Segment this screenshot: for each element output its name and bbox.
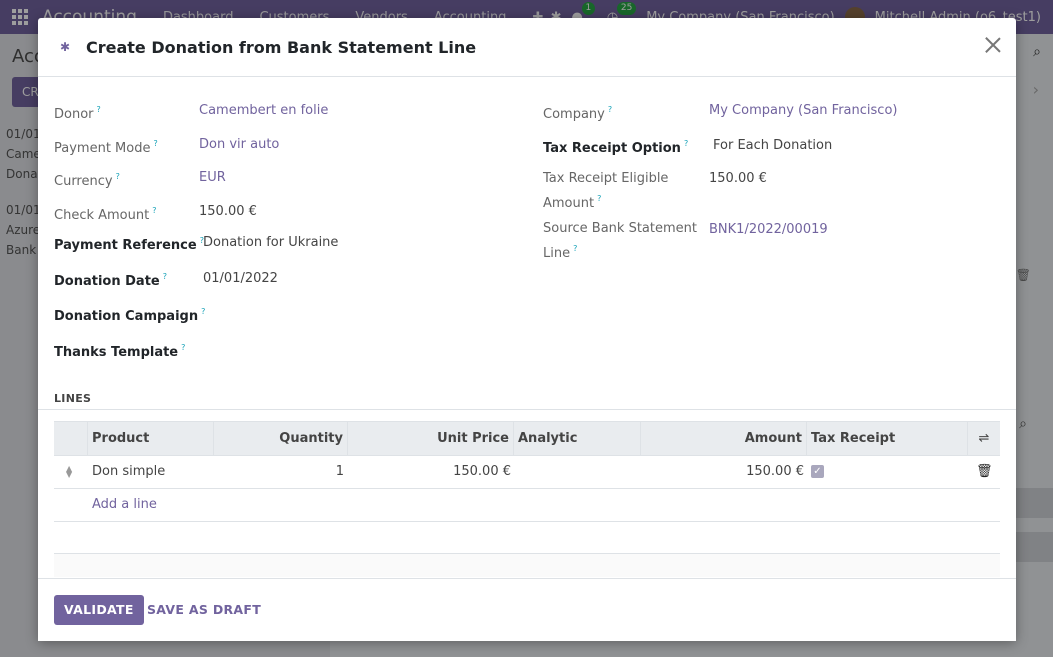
table-footer <box>54 553 1000 577</box>
validate-button[interactable]: VALIDATE <box>54 595 144 625</box>
thanks-template-label: Thanks Template? <box>54 343 186 360</box>
payment-mode-label: Payment Mode? <box>54 139 158 156</box>
cell-amount[interactable]: 150.00 € <box>641 456 804 488</box>
lines-section-title: LINES <box>54 392 92 405</box>
column-header-amount[interactable]: Amount <box>641 422 807 455</box>
lines-table: Product Quantity Unit Price Analytic Amo… <box>54 421 1000 577</box>
currency-field[interactable]: EUR <box>199 168 226 188</box>
column-header-tax-receipt[interactable]: Tax Receipt <box>807 422 968 455</box>
bug-icon: ✱ <box>59 40 71 54</box>
column-header-unit-price[interactable]: Unit Price <box>348 422 514 455</box>
handle-column-header <box>54 422 88 455</box>
payment-mode-field[interactable]: Don vir auto <box>199 135 279 155</box>
column-header-product[interactable]: Product <box>88 422 214 455</box>
tax-receipt-option-label: Tax Receipt Option? <box>543 139 689 156</box>
company-field[interactable]: My Company (San Francisco) <box>709 101 897 121</box>
cell-product[interactable]: Don simple <box>92 456 165 488</box>
donor-field[interactable]: Camembert en folie <box>199 101 328 121</box>
drag-handle-icon[interactable]: ▲ ▼ <box>66 465 72 479</box>
source-bank-statement-field[interactable]: BNK1/2022/00019 <box>709 220 828 240</box>
dialog-header: ✱ Create Donation from Bank Statement Li… <box>38 18 1016 77</box>
cell-quantity[interactable]: 1 <box>214 456 344 488</box>
table-header: Product Quantity Unit Price Analytic Amo… <box>54 421 1000 456</box>
add-line-link[interactable]: Add a line <box>92 489 157 521</box>
add-line-row: Add a line <box>54 489 1000 522</box>
column-header-quantity[interactable]: Quantity <box>214 422 348 455</box>
divider <box>38 409 1016 410</box>
tax-receipt-eligible-field: 150.00 € <box>709 171 767 186</box>
currency-label: Currency? <box>54 172 120 189</box>
close-icon[interactable] <box>984 36 1002 54</box>
dialog-title: Create Donation from Bank Statement Line <box>86 37 477 57</box>
cell-analytic[interactable] <box>518 456 638 488</box>
tax-receipt-eligible-label: Tax Receipt Eligible Amount? <box>543 171 669 211</box>
dialog-footer: VALIDATE SAVE AS DRAFT <box>38 578 1016 641</box>
cell-unit-price[interactable]: 150.00 € <box>348 456 511 488</box>
donation-date-input[interactable]: 01/01/2022 <box>203 269 278 289</box>
donation-dialog: ✱ Create Donation from Bank Statement Li… <box>38 18 1016 641</box>
column-header-analytic[interactable]: Analytic <box>514 422 641 455</box>
check-amount-label: Check Amount? <box>54 206 157 223</box>
source-bank-statement-label: Source Bank Statement Line? <box>543 221 697 261</box>
save-as-draft-button[interactable]: SAVE AS DRAFT <box>147 595 261 625</box>
donation-campaign-label: Donation Campaign? <box>54 307 206 324</box>
optional-columns-icon[interactable]: ⇌ <box>968 422 1000 455</box>
trash-icon[interactable]: 🗑 <box>976 464 993 479</box>
donation-date-label: Donation Date? <box>54 272 167 289</box>
thanks-template-input[interactable] <box>203 338 523 358</box>
tax-receipt-option-select[interactable]: For Each Donation <box>713 136 832 156</box>
tax-receipt-checkbox[interactable]: ✓ <box>811 465 824 478</box>
donation-campaign-input[interactable] <box>203 302 523 322</box>
table-row[interactable]: ▲ ▼ Don simple 1 150.00 € 150.00 € ✓ 🗑 <box>54 456 1000 489</box>
payment-reference-input[interactable]: Donation for Ukraine <box>203 233 338 253</box>
company-label: Company? <box>543 105 613 122</box>
check-amount-field: 150.00 € <box>199 204 257 219</box>
payment-reference-label: Payment Reference? <box>54 236 204 253</box>
donor-label: Donor? <box>54 105 101 122</box>
